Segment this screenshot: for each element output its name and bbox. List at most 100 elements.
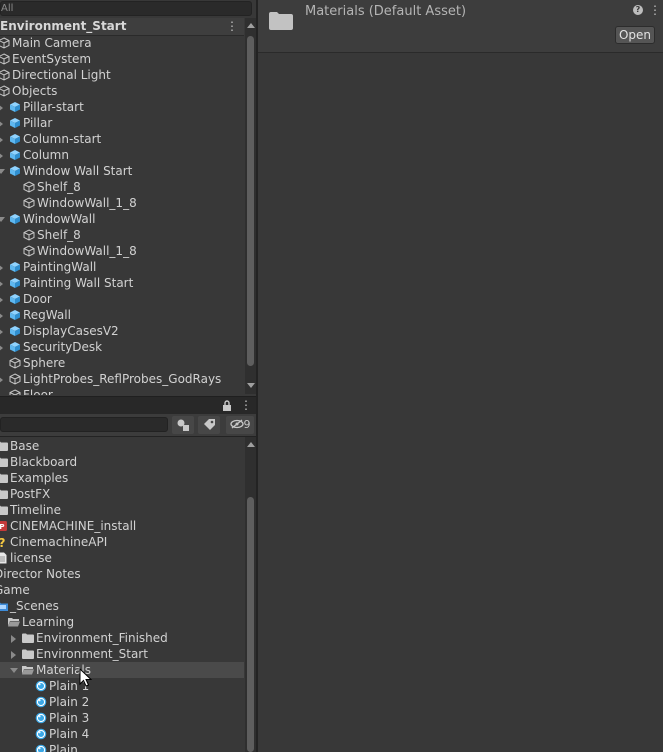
project-item[interactable]: P CINEMACHINE_install bbox=[0, 518, 244, 534]
project-item-label: Blackboard bbox=[10, 455, 78, 469]
hierarchy-item-label: Window Wall Start bbox=[23, 164, 133, 178]
project-item[interactable]: license bbox=[0, 550, 244, 566]
expand-arrow-icon[interactable] bbox=[0, 280, 3, 288]
expand-arrow-icon[interactable] bbox=[0, 344, 3, 352]
project-item[interactable]: Learning bbox=[0, 614, 244, 630]
scroll-up-icon[interactable] bbox=[247, 23, 255, 28]
hierarchy-item[interactable]: Objects bbox=[0, 83, 244, 99]
svg-text:P: P bbox=[0, 523, 5, 531]
hierarchy-item[interactable]: RegWall bbox=[0, 307, 244, 323]
collapse-arrow-icon[interactable] bbox=[0, 169, 5, 174]
expand-arrow-icon[interactable] bbox=[0, 136, 3, 144]
search-by-type-button[interactable] bbox=[172, 416, 194, 434]
project-item[interactable]: Environment_Finished bbox=[0, 630, 244, 646]
hierarchy-item[interactable]: Floor bbox=[0, 387, 244, 395]
scroll-down-icon[interactable] bbox=[247, 383, 255, 388]
collapse-arrow-icon[interactable] bbox=[10, 668, 18, 673]
project-item[interactable]: Plain 3 bbox=[0, 710, 244, 726]
project-item-label: Plain 4 bbox=[49, 727, 90, 741]
collapse-arrow-icon[interactable] bbox=[0, 217, 5, 222]
prefab-icon bbox=[10, 166, 20, 176]
hierarchy-item[interactable]: Shelf_8 bbox=[0, 179, 244, 195]
hierarchy-item[interactable]: Pillar bbox=[0, 115, 244, 131]
prefab-icon bbox=[10, 214, 20, 224]
project-item-label: Base bbox=[10, 439, 40, 453]
project-scroll-thumb[interactable] bbox=[247, 497, 254, 752]
lock-icon[interactable] bbox=[222, 400, 232, 411]
project-item[interactable]: Base bbox=[0, 438, 244, 454]
hierarchy-item[interactable]: Door bbox=[0, 291, 244, 307]
expand-arrow-icon[interactable] bbox=[0, 312, 3, 320]
hierarchy-item[interactable]: LightProbes_ReflProbes_GodRays bbox=[0, 371, 244, 387]
project-item-label: Environment_Finished bbox=[36, 631, 168, 645]
project-item[interactable]: Environment_Start bbox=[0, 646, 244, 662]
scene-header[interactable]: Environment_Start ⋮ bbox=[0, 18, 244, 36]
hierarchy-item[interactable]: Column-start bbox=[0, 131, 244, 147]
project-item[interactable]: Blackboard bbox=[0, 454, 244, 470]
open-button[interactable]: Open bbox=[615, 26, 655, 44]
hierarchy-item-label: PaintingWall bbox=[23, 260, 97, 274]
project-menu-icon[interactable]: ⋮ bbox=[240, 398, 252, 412]
expand-arrow-icon[interactable] bbox=[0, 120, 3, 128]
hierarchy-item-label: Objects bbox=[12, 84, 58, 98]
expand-arrow-icon[interactable] bbox=[0, 376, 3, 384]
inspector-menu-icon[interactable]: ⋮ bbox=[649, 3, 661, 17]
project-item[interactable]: PostFX bbox=[0, 486, 244, 502]
help-icon[interactable]: ? bbox=[633, 5, 643, 15]
project-item[interactable]: Plain bbox=[0, 742, 244, 752]
hierarchy-item[interactable]: WindowWall bbox=[0, 211, 244, 227]
hierarchy-item[interactable]: EventSystem bbox=[0, 51, 244, 67]
expand-arrow-icon[interactable] bbox=[0, 328, 3, 336]
project-item[interactable]: Timeline bbox=[0, 502, 244, 518]
scene-menu-icon[interactable]: ⋮ bbox=[226, 19, 238, 33]
project-item[interactable]: Examples bbox=[0, 470, 244, 486]
mouse-cursor-icon bbox=[79, 668, 93, 687]
hierarchy-item[interactable]: SecurityDesk bbox=[0, 339, 244, 355]
expand-arrow-icon[interactable] bbox=[0, 296, 3, 304]
expand-arrow-icon[interactable] bbox=[11, 635, 16, 643]
hierarchy-scroll-thumb[interactable] bbox=[247, 36, 254, 366]
project-item[interactable]: ? CinemachineAPI bbox=[0, 534, 244, 550]
project-scrollbar[interactable] bbox=[245, 437, 256, 752]
folder-icon bbox=[0, 489, 8, 499]
project-item-label: Game bbox=[0, 583, 30, 597]
project-item[interactable]: Director Notes bbox=[0, 566, 244, 582]
hidden-packages-button[interactable]: 9 bbox=[226, 416, 254, 434]
expand-arrow-icon[interactable] bbox=[0, 152, 3, 160]
hierarchy-item-label: LightProbes_ReflProbes_GodRays bbox=[23, 372, 222, 386]
hierarchy-item[interactable]: WindowWall_1_8 bbox=[0, 243, 244, 259]
project-item[interactable]: Plain 1 bbox=[0, 678, 244, 694]
hierarchy-item[interactable]: Shelf_8 bbox=[0, 227, 244, 243]
project-item[interactable]: Materials bbox=[0, 662, 244, 678]
hierarchy-search-input[interactable]: All bbox=[0, 1, 252, 16]
expand-arrow-icon[interactable] bbox=[0, 264, 3, 272]
hierarchy-item[interactable]: PaintingWall bbox=[0, 259, 244, 275]
project-toolbar: 9 bbox=[0, 414, 256, 437]
hierarchy-item[interactable]: DisplayCasesV2 bbox=[0, 323, 244, 339]
hierarchy-item[interactable]: Sphere bbox=[0, 355, 244, 371]
expand-arrow-icon[interactable] bbox=[11, 651, 16, 659]
project-item[interactable]: Game bbox=[0, 582, 244, 598]
project-item[interactable]: Plain 4 bbox=[0, 726, 244, 742]
hierarchy-item-label: WindowWall_1_8 bbox=[37, 196, 137, 210]
expand-arrow-icon[interactable] bbox=[0, 104, 3, 112]
project-item[interactable]: Plain 2 bbox=[0, 694, 244, 710]
hierarchy-item[interactable]: Pillar-start bbox=[0, 99, 244, 115]
prefab-icon bbox=[10, 278, 20, 288]
project-search-input[interactable] bbox=[0, 417, 168, 432]
gameobject-icon bbox=[23, 229, 35, 241]
search-by-label-button[interactable] bbox=[198, 416, 220, 434]
hierarchy-item[interactable]: Column bbox=[0, 147, 244, 163]
hierarchy-item[interactable]: Directional Light bbox=[0, 67, 244, 83]
hierarchy-item[interactable]: WindowWall_1_8 bbox=[0, 195, 244, 211]
hierarchy-item[interactable]: Window Wall Start bbox=[0, 163, 244, 179]
hierarchy-item-label: RegWall bbox=[23, 308, 71, 322]
prefab-icon bbox=[10, 342, 20, 352]
scroll-up-icon[interactable] bbox=[247, 442, 255, 447]
project-item[interactable]: _Scenes bbox=[0, 598, 244, 614]
hierarchy-scrollbar[interactable] bbox=[245, 18, 256, 394]
hierarchy-item[interactable]: Painting Wall Start bbox=[0, 275, 244, 291]
hierarchy-item-label: Column bbox=[23, 148, 69, 162]
hierarchy-item[interactable]: Main Camera bbox=[0, 35, 244, 51]
scene-folder-icon bbox=[0, 602, 8, 611]
